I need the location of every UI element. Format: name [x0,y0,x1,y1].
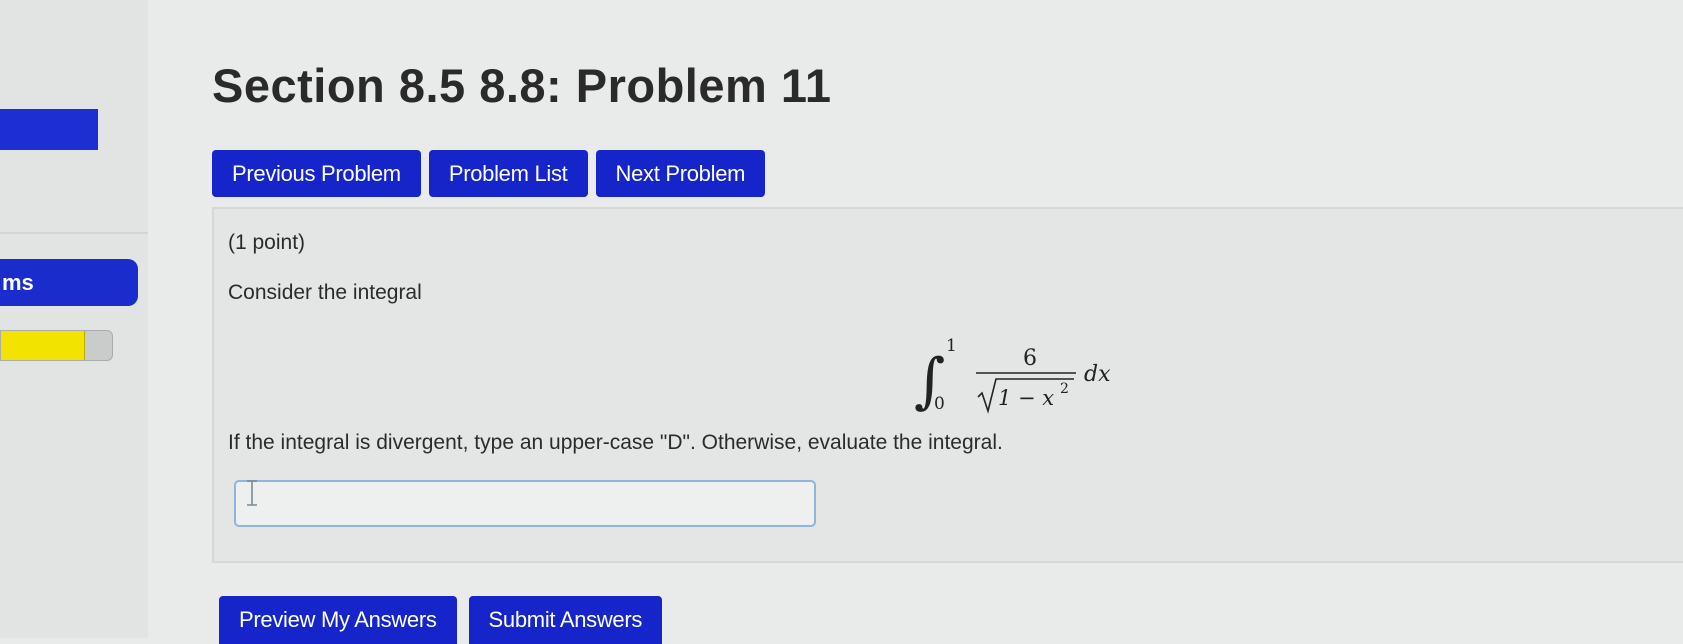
submit-answers-button[interactable]: Submit Answers [468,596,663,644]
problem-navigation: Previous Problem Problem List Next Probl… [212,150,766,197]
integral-numerator: 6 [1023,346,1037,371]
problem-instruction: If the integral is divergent, type an up… [228,431,1003,454]
progress-bar [0,330,113,361]
integral-expression: ∫ 1 0 6 1 − x 2 dx [914,336,1111,416]
sidebar-item-problems[interactable]: ms [0,259,138,306]
point-value: (1 point) [228,231,306,254]
answer-actions: Preview My Answers Submit Answers [219,596,663,644]
sidebar-header-block [0,109,98,150]
preview-answers-button[interactable]: Preview My Answers [219,596,457,644]
integral-differential: dx [1084,362,1111,387]
progress-bar-fill [1,331,86,360]
sidebar-divider [0,232,148,234]
text-cursor-icon [247,480,257,506]
problem-body: (1 point) Consider the integral ∫ 1 0 6 … [212,207,1683,563]
integral-upper-limit: 1 [946,336,957,356]
sidebar: ms [0,0,148,638]
integral-radicand: 1 − x [998,386,1054,410]
page-title: Section 8.5 8.8: Problem 11 [212,59,832,112]
integral-lower-limit: 0 [934,394,945,414]
next-problem-button[interactable]: Next Problem [595,150,766,197]
answer-input[interactable] [234,480,816,527]
sidebar-item-label: ms [2,269,34,295]
previous-problem-button[interactable]: Previous Problem [212,150,421,197]
problem-list-button[interactable]: Problem List [428,150,588,197]
problem-prompt: Consider the integral [228,281,422,304]
integral-exponent: 2 [1060,381,1069,397]
